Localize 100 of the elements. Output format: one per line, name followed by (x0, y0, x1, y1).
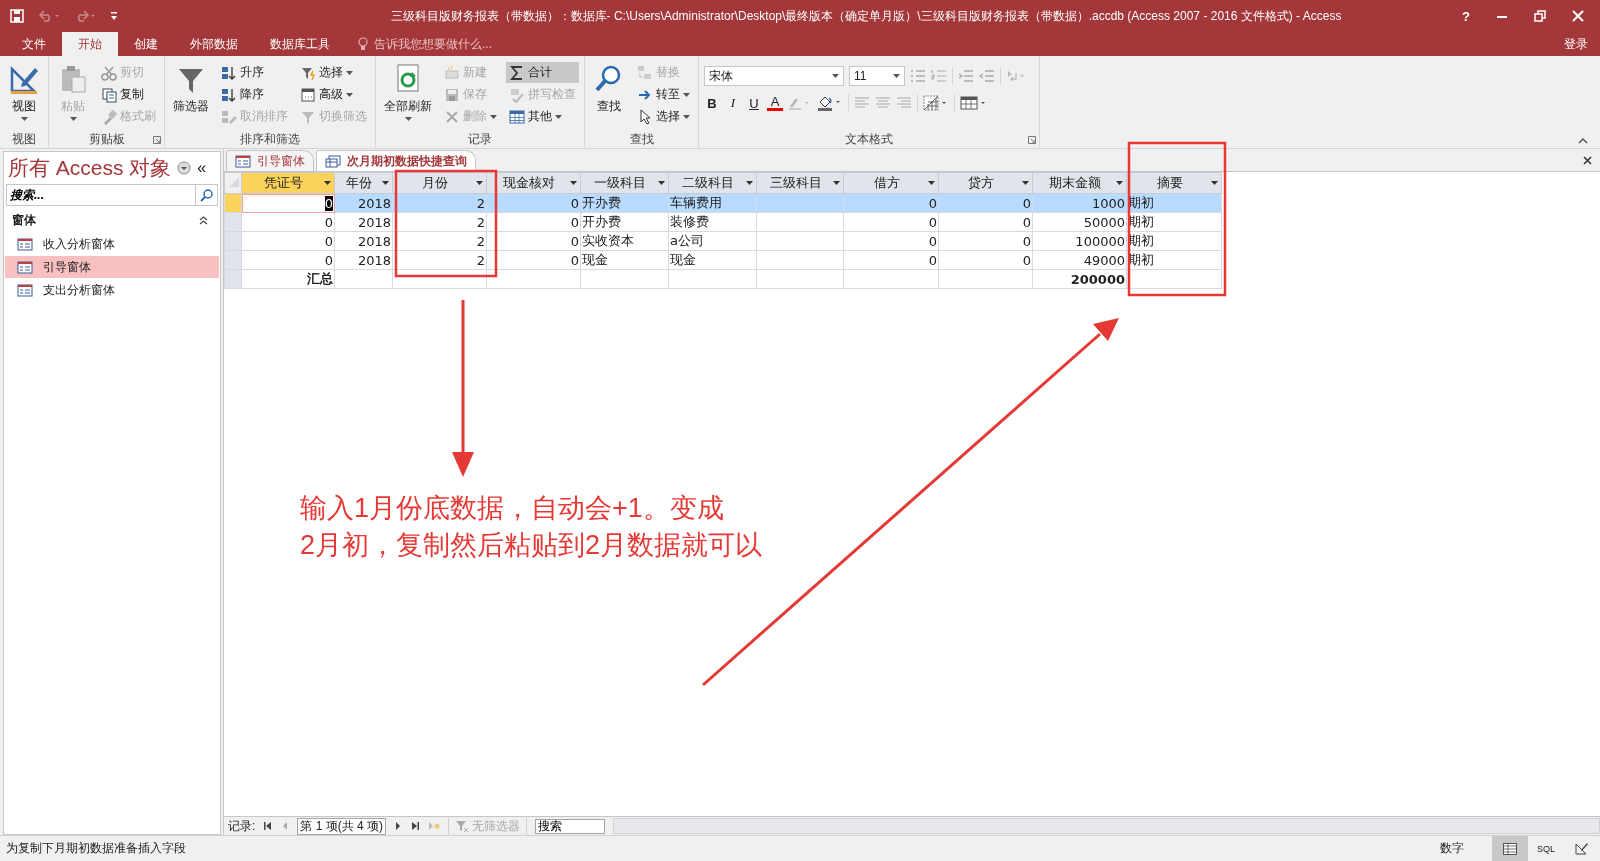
new-record-icon (444, 64, 460, 81)
table-cell: 0 (843, 250, 939, 270)
ribbon-button[interactable]: 合计 (506, 62, 579, 83)
table-cell: 0 (843, 231, 939, 251)
status-text: 为复制下月期初数据准备插入字段 (6, 840, 186, 857)
ribbon-button[interactable]: 筛选器 (170, 60, 212, 130)
caret-icon (746, 181, 753, 185)
ribbon-tab[interactable]: 外部数据 (174, 32, 254, 56)
column-header[interactable]: 贷方 (938, 172, 1033, 194)
font-name-field[interactable]: 宋体 (704, 66, 844, 86)
next-record-icon[interactable] (394, 822, 403, 830)
table-cell: 0 (486, 250, 581, 270)
ribbon-button[interactable]: 升序 (218, 62, 291, 83)
form-icon (17, 260, 33, 274)
format-button[interactable]: A (767, 95, 783, 111)
sort-ascending-icon (221, 64, 237, 81)
column-header[interactable]: 月份 (392, 172, 487, 194)
ribbon-button[interactable]: 其他 (506, 106, 579, 127)
ribbon-button[interactable]: 选择 (297, 62, 370, 83)
funnel-icon (455, 820, 470, 832)
form-icon (17, 237, 33, 251)
table-cell: 期初 (1126, 231, 1222, 251)
caret-icon (20, 117, 28, 121)
nav-item[interactable]: 收入分析窗体 (5, 233, 219, 255)
ribbon-tab[interactable]: 创建 (118, 32, 174, 56)
column-header[interactable]: 一级科目 (580, 172, 669, 194)
column-header[interactable]: 现金核对 (486, 172, 581, 194)
ribbon-tab[interactable]: 开始 (62, 32, 118, 56)
ribbon-button[interactable]: 全部刷新 (381, 60, 435, 130)
query-icon (325, 154, 341, 168)
table-cell: 0 (241, 250, 335, 270)
datasheet-view-button[interactable] (1492, 836, 1528, 861)
launcher-icon[interactable] (1028, 136, 1036, 144)
tell-me-field[interactable]: 告诉我您想要做什么... (372, 36, 576, 52)
paint-bucket-icon[interactable] (817, 95, 843, 111)
caret-icon (683, 114, 690, 119)
collapse-ribbon-icon[interactable] (1578, 137, 1588, 144)
table-cell: 0 (241, 231, 335, 251)
table-cell: 0 (938, 250, 1033, 270)
previous-record-icon[interactable] (281, 822, 290, 830)
horizontal-scrollbar[interactable] (613, 818, 1600, 834)
caret-icon (833, 181, 840, 185)
column-header[interactable]: 借方 (843, 172, 939, 194)
ribbon-tab[interactable]: 文件 (6, 32, 62, 56)
ribbon-button[interactable]: 复制 (98, 84, 159, 105)
ribbon-button[interactable]: 视图 (5, 60, 43, 130)
table-cell: 0 (938, 231, 1033, 251)
advanced-filter-icon (300, 86, 316, 103)
last-record-icon[interactable] (410, 822, 421, 830)
search-field[interactable]: 搜索 (535, 818, 606, 834)
section-header[interactable]: 窗体 (12, 212, 36, 229)
column-header[interactable]: 凭证号 (241, 172, 335, 194)
caret-icon (404, 117, 412, 121)
launcher-icon[interactable] (153, 136, 161, 144)
dropdown-icon[interactable] (177, 161, 192, 175)
restore-icon[interactable] (1534, 10, 1546, 22)
caret-icon (1211, 181, 1218, 185)
search-button[interactable] (196, 184, 218, 206)
search-field[interactable]: 搜索... (6, 184, 196, 206)
undo-icon[interactable] (38, 10, 60, 22)
save-icon[interactable] (10, 9, 24, 23)
collapse-pane-button[interactable]: « (197, 159, 207, 177)
table-cell: 2 (392, 231, 487, 251)
close-icon[interactable] (1583, 156, 1592, 165)
nav-pane-title[interactable]: 所有 Access 对象 (8, 154, 172, 182)
format-button[interactable]: B (704, 95, 720, 111)
ribbon-button[interactable]: 高级 (297, 84, 370, 105)
nav-item[interactable]: 引导窗体 (5, 256, 219, 278)
ribbon-button[interactable]: 转至 (634, 84, 693, 105)
clear-sort-icon (221, 108, 237, 125)
format-button[interactable]: U (746, 95, 762, 111)
sigma-icon (509, 64, 525, 81)
customize-icon[interactable] (110, 11, 118, 21)
font-size-field[interactable]: 11 (849, 66, 905, 86)
format-button[interactable]: I (725, 95, 741, 111)
record-position-field[interactable]: 第 1 项(共 4 项) (297, 817, 387, 835)
document-tab[interactable]: 引导窗体 (226, 150, 314, 171)
column-header[interactable]: 期末金额 (1032, 172, 1127, 194)
first-record-icon[interactable] (263, 822, 274, 830)
caret-icon (658, 181, 665, 185)
table-cell: 开办费 (580, 212, 669, 232)
table-cell: 0 (938, 212, 1033, 232)
column-header[interactable]: 摘要 (1126, 172, 1222, 194)
column-header[interactable]: 三级科目 (756, 172, 844, 194)
gridlines-icon[interactable] (923, 95, 949, 111)
column-header[interactable]: 二级科目 (668, 172, 757, 194)
alternate-row-color-icon[interactable] (960, 96, 988, 110)
help-button[interactable]: ? (1462, 8, 1470, 24)
ribbon-button[interactable]: 降序 (218, 84, 291, 105)
nav-item[interactable]: 支出分析窗体 (5, 279, 219, 301)
collapse-icon[interactable] (199, 216, 208, 225)
sql-view-button[interactable]: SQL (1528, 836, 1564, 861)
window-title: 三级科目版财务报表（带数据）：数据库- C:\Users\Administrator\Desktop\最终版本（确定单月版）\三级科目版财务报表（带数据）.accdb (Access 2007 - 2016 文件格式) - Access (389, 7, 1343, 25)
column-header[interactable]: 年份 (334, 172, 393, 194)
table-cell: 2018 (334, 250, 393, 270)
sign-in-link[interactable]: 登录 (1564, 32, 1600, 56)
ribbon-button[interactable]: 查找 (590, 60, 628, 130)
ribbon-button[interactable]: 选择 (634, 106, 693, 127)
ribbon-tab[interactable]: 数据库工具 (254, 32, 346, 56)
document-tab[interactable]: 次月期初数据快捷查询 (316, 150, 476, 171)
